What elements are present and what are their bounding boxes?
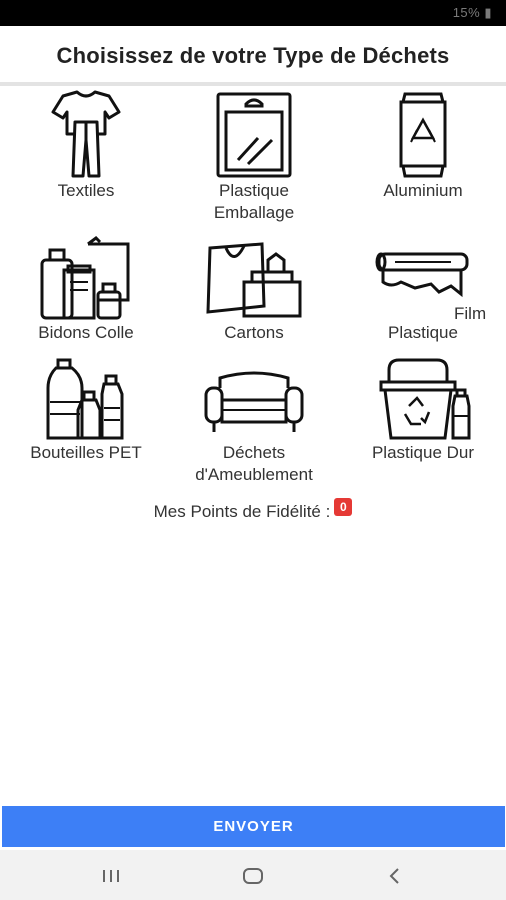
title-bar: Choisissez de votre Type de Déchets [0,26,506,86]
category-label: Bouteilles PET [30,443,142,462]
back-icon[interactable] [383,864,407,888]
loyalty-label: Mes Points de Fidélité : [153,502,331,521]
loyalty-points: Mes Points de Fidélité :0 [0,498,506,522]
film-label: Film [454,304,487,323]
send-button[interactable]: ENVOYER [2,806,505,847]
category-label: Plastique [388,323,458,342]
aluminium-can-icon [399,92,447,178]
category-dechets-ameublement[interactable]: Déchets d'Ameublement [170,358,338,486]
navigation-bar [0,850,506,900]
furniture-icon [204,371,304,432]
category-textiles[interactable]: Textiles [2,90,170,202]
category-label: Plastique Emballage [213,181,295,222]
category-label: Cartons [224,323,284,342]
hard-plastic-icon [379,358,471,440]
category-plastique-film[interactable]: Plastique [339,236,506,344]
recents-icon[interactable] [99,864,123,888]
home-icon[interactable] [241,864,265,888]
status-bar: 15% ▮ [0,0,506,26]
category-label: Aluminium [383,181,463,200]
cartons-icon [206,242,302,318]
category-bidons-colle[interactable]: Bidons Colle [2,236,170,344]
points-badge: 0 [334,498,353,516]
pet-bottles-icon [46,358,124,440]
plastic-packaging-icon [216,92,292,178]
category-label: Plastique Dur [371,443,475,462]
category-label: Bidons Colle [38,323,134,342]
battery-status: 15% ▮ [452,5,492,20]
textiles-icon [51,90,121,178]
glue-cans-icon [40,236,130,320]
category-cartons[interactable]: Cartons [170,236,338,344]
page-title: Choisissez de votre Type de Déchets [56,43,450,68]
category-label: Déchets d'Ameublement [195,443,313,484]
category-bouteilles-pet[interactable]: Bouteilles PET [2,358,170,464]
category-plastique-emballage[interactable]: Plastique Emballage [170,90,338,224]
category-aluminium[interactable]: Aluminium [339,90,506,202]
category-label: Textiles [57,181,115,200]
category-plastique-dur[interactable]: Plastique Dur [339,358,506,464]
